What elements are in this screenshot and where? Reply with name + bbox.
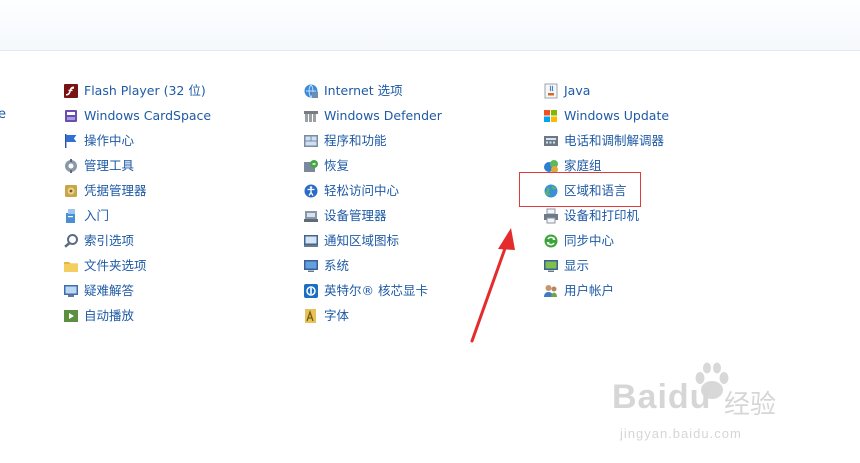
watermark-url: jingyan.baidu.com bbox=[620, 426, 742, 441]
baidu-watermark: Baidu 经验 jingyan.baidu.com bbox=[612, 360, 812, 450]
watermark-cn: 经验 bbox=[724, 390, 777, 420]
watermark-brand: Baidu bbox=[612, 378, 712, 416]
